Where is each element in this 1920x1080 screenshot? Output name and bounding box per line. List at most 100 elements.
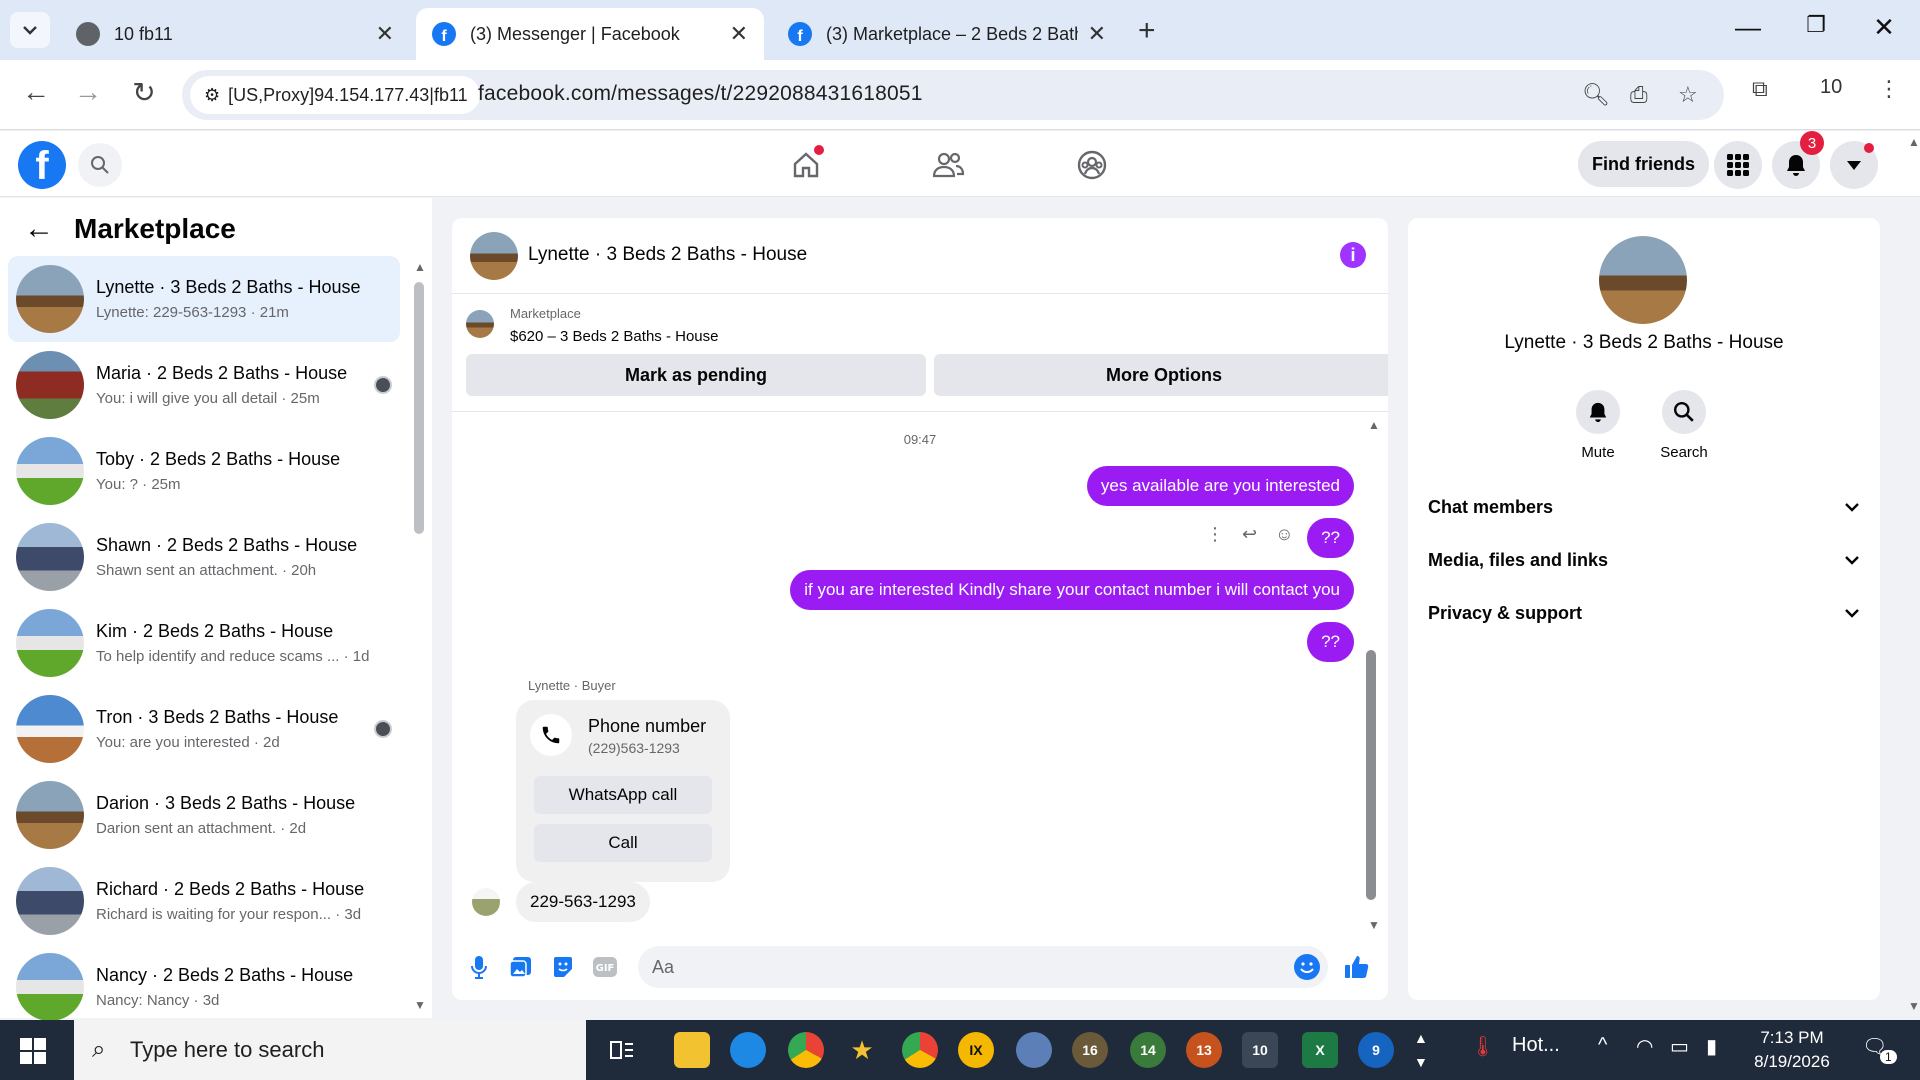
site-info-chip[interactable]: ⚙ [US,Proxy]94.154.177.43|fb11	[190, 76, 480, 114]
close-icon[interactable]: ✕	[376, 21, 394, 47]
search-button[interactable]	[78, 143, 122, 187]
kebab-menu-icon[interactable]: ⋮	[1878, 76, 1900, 102]
system-clock[interactable]: 7:13 PM 8/19/2026	[1742, 1026, 1842, 1074]
message-input[interactable]	[638, 946, 1238, 988]
profile-14-icon[interactable]: 14	[1130, 1032, 1166, 1068]
network-icon[interactable]: ◠	[1636, 1034, 1653, 1059]
address-bar[interactable]: ⚙ [US,Proxy]94.154.177.43|fb11 facebook.…	[182, 70, 1724, 120]
chat-scroll-down-arrow[interactable]: ▼	[1368, 918, 1380, 932]
url-text[interactable]: facebook.com/messages/t/2292088431618051	[478, 82, 923, 106]
conversation-item[interactable]: Richard · 2 Beds 2 Baths - House Richard …	[8, 858, 400, 944]
scroll-down-arrow[interactable]: ▼	[414, 998, 426, 1012]
minimize-button[interactable]: —	[1728, 12, 1768, 43]
weather-text[interactable]: Hot...	[1512, 1034, 1560, 1057]
mark-as-pending-button[interactable]: Mark as pending	[466, 354, 926, 396]
conversation-item[interactable]: Nancy · 2 Beds 2 Baths - House Nancy: Nan…	[8, 944, 400, 1030]
like-button[interactable]	[1344, 954, 1370, 980]
tab-messenger[interactable]: f (3) Messenger | Facebook ✕	[416, 8, 764, 60]
avatar[interactable]	[470, 232, 518, 280]
listing-description[interactable]: $620 – 3 Beds 2 Baths - House	[510, 328, 718, 345]
reply-icon[interactable]: ↩	[1242, 524, 1257, 545]
chat-title[interactable]: Lynette · 3 Beds 2 Baths - House	[528, 244, 807, 266]
task-view-icon[interactable]	[604, 1032, 640, 1068]
conversation-item[interactable]: Maria · 2 Beds 2 Baths - House You: i wil…	[8, 342, 400, 428]
battery-icon[interactable]: ▮	[1706, 1034, 1717, 1059]
page-scroll-down-arrow[interactable]: ▼	[1908, 999, 1920, 1013]
extensions-icon[interactable]: ⧉	[1752, 76, 1768, 102]
search-in-conversation-action[interactable]: Search	[1644, 390, 1724, 461]
sticker-button[interactable]	[550, 954, 576, 980]
app-icon[interactable]: IX	[958, 1032, 994, 1068]
page-scrollbar[interactable]: ▲ ▼	[1906, 131, 1920, 1018]
profile-10-icon[interactable]: 10	[1242, 1032, 1278, 1068]
mute-action[interactable]: Mute	[1558, 390, 1638, 461]
tab-search-button[interactable]	[10, 12, 50, 48]
new-tab-button[interactable]: +	[1138, 14, 1156, 48]
more-actions-icon[interactable]: ⋮	[1206, 524, 1224, 545]
info-icon[interactable]: i	[1340, 242, 1366, 268]
close-icon[interactable]: ✕	[730, 21, 748, 47]
whatsapp-call-button[interactable]: WhatsApp call	[534, 776, 712, 814]
conversation-item[interactable]: Darion · 3 Beds 2 Baths - House Darion se…	[8, 772, 400, 858]
voice-clip-button[interactable]	[466, 954, 492, 980]
outgoing-message[interactable]: ??	[1307, 518, 1354, 558]
tab-fb11[interactable]: 10 fb11 ✕	[60, 8, 410, 60]
chrome-browser-icon[interactable]	[788, 1032, 824, 1068]
start-button[interactable]	[20, 1038, 46, 1064]
back-button[interactable]: ←	[16, 76, 56, 108]
display-icon[interactable]: ▭	[1670, 1034, 1689, 1059]
conversation-item[interactable]: Kim · 2 Beds 2 Baths - House To help iden…	[8, 600, 400, 686]
show-hidden-icons[interactable]: ^	[1598, 1034, 1607, 1057]
conversation-item[interactable]: Toby · 2 Beds 2 Baths - House You: ? · 25…	[8, 428, 400, 514]
file-explorer-icon[interactable]	[674, 1032, 710, 1068]
chat-scrollbar[interactable]	[1366, 650, 1376, 900]
close-icon[interactable]: ✕	[1088, 21, 1106, 47]
find-friends-button[interactable]: Find friends	[1578, 141, 1709, 187]
chat-members-section[interactable]: Chat members	[1428, 492, 1860, 522]
forward-button[interactable]: →	[68, 76, 108, 108]
friends-nav-button[interactable]	[928, 145, 968, 185]
outgoing-message[interactable]: ??	[1307, 622, 1354, 662]
browser-profile-icon[interactable]	[1016, 1032, 1052, 1068]
more-options-button[interactable]: More Options	[934, 354, 1388, 396]
call-button[interactable]: Call	[534, 824, 712, 862]
emoji-picker-icon[interactable]	[1294, 954, 1320, 980]
reload-button[interactable]: ↻	[124, 76, 164, 109]
react-emoji-icon[interactable]: ☺	[1275, 524, 1293, 545]
back-arrow-icon[interactable]: ←	[24, 212, 54, 246]
edge-browser-icon[interactable]	[730, 1032, 766, 1068]
overflow-arrows-icon[interactable]: ▲ ▼	[1414, 1026, 1428, 1074]
conversation-item[interactable]: Tron · 3 Beds 2 Baths - House You: are yo…	[8, 686, 400, 772]
sidebar-scrollbar[interactable]	[414, 282, 424, 534]
star-app-icon[interactable]: ★	[844, 1032, 880, 1068]
profile-16-icon[interactable]: 16	[1072, 1032, 1108, 1068]
incoming-message[interactable]: 229-563-1293	[516, 882, 650, 922]
chat-scroll-up-arrow[interactable]: ▲	[1368, 418, 1380, 432]
close-window-button[interactable]: ✕	[1864, 12, 1904, 43]
conversation-item[interactable]: Lynette · 3 Beds 2 Baths - House Lynette:…	[8, 256, 400, 342]
taskbar-search[interactable]: ⌕ Type here to search	[74, 1020, 586, 1080]
listing-thumbnail[interactable]	[466, 310, 494, 338]
attach-photo-button[interactable]	[508, 954, 534, 980]
conversation-item[interactable]: Shawn · 2 Beds 2 Baths - House Shawn sent…	[8, 514, 400, 600]
restore-button[interactable]: ❐	[1796, 12, 1836, 38]
outgoing-message[interactable]: yes available are you interested	[1086, 466, 1354, 506]
page-scroll-up-arrow[interactable]: ▲	[1908, 135, 1920, 149]
media-files-links-section[interactable]: Media, files and links	[1428, 545, 1860, 575]
scroll-up-arrow[interactable]: ▲	[414, 260, 426, 274]
groups-nav-button[interactable]	[1072, 145, 1112, 185]
zoom-icon[interactable]: 🔍︎	[1582, 82, 1610, 108]
bookmark-star-icon[interactable]: ☆	[1678, 82, 1698, 108]
profile-9-icon[interactable]: 9	[1358, 1032, 1394, 1068]
menu-button[interactable]	[1714, 141, 1762, 189]
install-app-icon[interactable]: ⎙	[1630, 82, 1648, 108]
profile-counter[interactable]: 10	[1820, 76, 1842, 99]
excel-icon[interactable]: X	[1302, 1032, 1338, 1068]
profile-avatar[interactable]	[1599, 236, 1687, 324]
tab-marketplace[interactable]: f (3) Marketplace – 2 Beds 2 Bath ✕	[772, 8, 1122, 60]
facebook-logo[interactable]: f	[18, 141, 66, 189]
gif-button[interactable]: GIF	[592, 954, 618, 980]
privacy-support-section[interactable]: Privacy & support	[1428, 598, 1860, 628]
profile-13-icon[interactable]: 13	[1186, 1032, 1222, 1068]
outgoing-message[interactable]: if you are interested Kindly share your …	[790, 570, 1354, 610]
